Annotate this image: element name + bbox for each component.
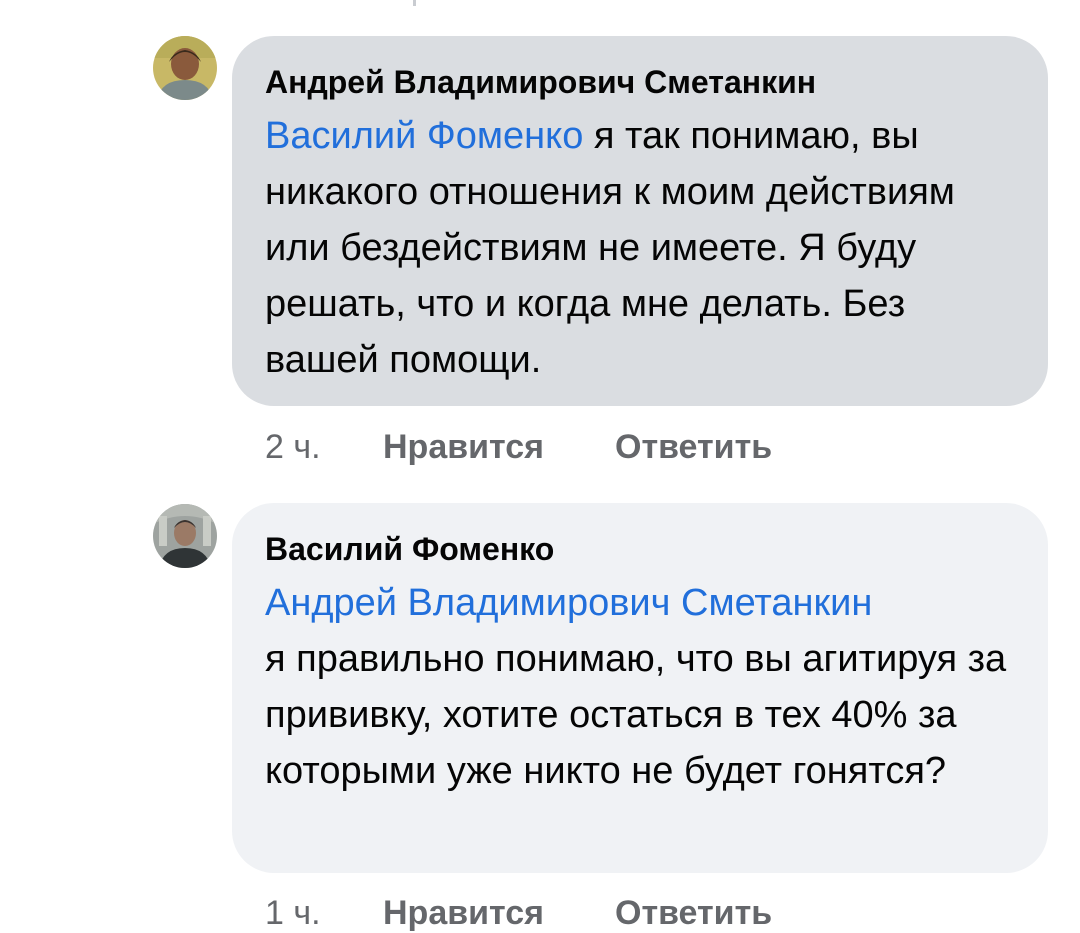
mention-link[interactable]: Андрей Владимирович Сметанкин xyxy=(265,582,872,624)
like-button[interactable]: Нравится xyxy=(383,894,615,933)
avatar[interactable] xyxy=(153,504,217,568)
comment-text: Андрей Владимирович Сметанкин я правильно… xyxy=(265,575,1018,799)
comment-bubble: Василий Фоменко Андрей Владимирович Смет… xyxy=(232,503,1048,873)
avatar[interactable] xyxy=(153,36,217,100)
user-photo-icon xyxy=(153,504,217,568)
thread-connector xyxy=(413,0,416,6)
comment-bubble: Андрей Владимирович Сметанкин Василий Фо… xyxy=(232,36,1048,406)
reply-button[interactable]: Ответить xyxy=(615,428,772,467)
reply-button[interactable]: Ответить xyxy=(615,894,772,933)
mention-link[interactable]: Василий Фоменко xyxy=(265,115,583,157)
comment-actions: 2 ч. Нравится Ответить xyxy=(265,428,772,467)
comment-body: я правильно понимаю, что вы агитируя за … xyxy=(265,638,1007,792)
comment-author[interactable]: Андрей Владимирович Сметанкин xyxy=(265,62,1018,102)
like-button[interactable]: Нравится xyxy=(383,428,615,467)
comment-text: Василий Фоменко я так понимаю, вы никако… xyxy=(265,108,1018,388)
user-photo-icon xyxy=(153,36,217,100)
comment-actions: 1 ч. Нравится Ответить xyxy=(265,894,772,933)
timestamp[interactable]: 2 ч. xyxy=(265,428,383,467)
timestamp[interactable]: 1 ч. xyxy=(265,894,383,933)
comment-author[interactable]: Василий Фоменко xyxy=(265,529,1018,569)
